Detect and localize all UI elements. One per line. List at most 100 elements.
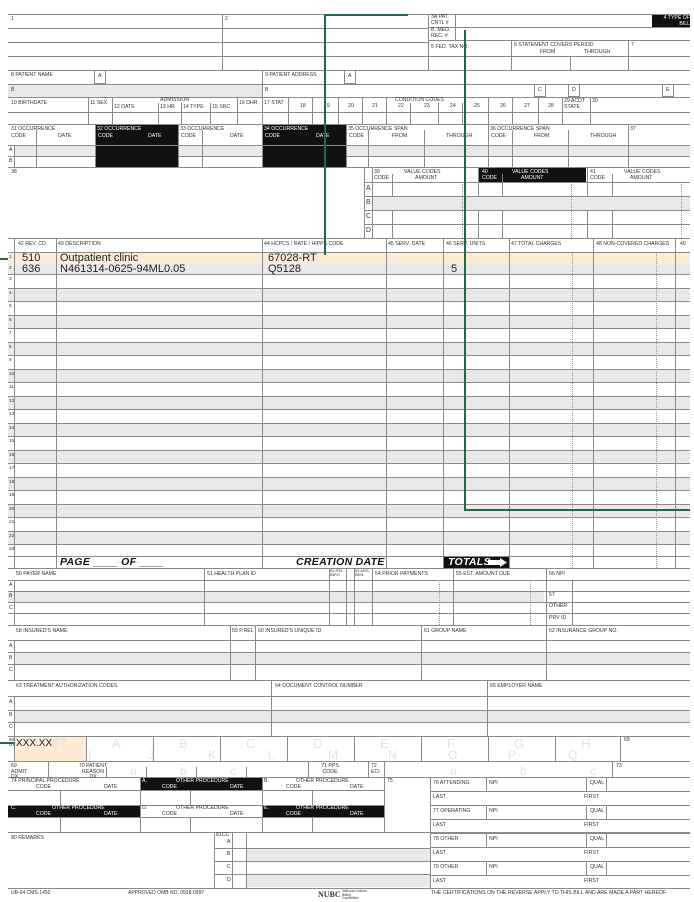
field-9b-label: b (265, 87, 269, 93)
field-74a-other: OTHER PROCEDURE (176, 778, 229, 784)
field-57-other: OTHER (549, 603, 568, 609)
line-divider (8, 436, 690, 437)
field-67-watermark: 67 (52, 736, 67, 751)
dx-letter-watermark: H (581, 736, 591, 751)
line-stripe (8, 396, 690, 409)
cc-21: 21 (372, 103, 378, 109)
field-30-label: 30 (592, 98, 598, 104)
totals-label: TOTALS (448, 556, 491, 568)
line-number: 21 (9, 520, 15, 525)
line-2-hcpcs[interactable]: Q5128 (268, 263, 301, 275)
physician-qual: QUAL (590, 836, 605, 842)
line-number: 8 (9, 344, 12, 350)
field-29-label: 29 ACDT STATE (564, 98, 585, 110)
cc-25: 25 (474, 103, 480, 109)
field-74a-label: a. (142, 778, 147, 784)
value-row-a: a (366, 185, 371, 192)
field-8a-label: a (98, 73, 102, 79)
phys-divider (486, 777, 487, 791)
line-number: 6 (9, 317, 12, 323)
phys-divider (430, 875, 690, 876)
value-row-d: d (366, 227, 372, 234)
field-74c-other: OTHER PROCEDURE (52, 805, 105, 811)
callout-line-1-top (324, 14, 408, 16)
phys-divider (486, 861, 487, 875)
field-8-label: 8 PATIENT NAME (11, 72, 53, 78)
value-row-c: c (366, 213, 372, 220)
field-74b-date: DATE (350, 784, 364, 790)
callout-line-3 (0, 258, 8, 260)
field-32-label: 32 OCCURRENCE (97, 126, 142, 132)
field-70-label: 70 PATIENT REASON DX (78, 763, 108, 781)
col-45-header: 45 SERV. DATE (388, 241, 426, 247)
line-number: 7 (9, 331, 12, 336)
admission-label: ADMISSION (160, 97, 190, 103)
dx-letter2-watermark: I (88, 748, 92, 762)
dx-letter2-watermark: N (388, 748, 397, 762)
line-stripe (8, 288, 690, 301)
auth-row-b: B (9, 712, 13, 718)
field-64-label: 64 DOCUMENT CONTROL NUMBER (275, 683, 363, 689)
field-57-label: 57 (549, 592, 555, 598)
line-2-rev-code[interactable]: 636 (22, 263, 40, 275)
field-34-date: DATE (316, 133, 330, 139)
field-9d-label: d (572, 87, 576, 93)
field-40-amount: AMOUNT (521, 175, 544, 181)
field-63-label: 63 TREATMENT AUTHORIZATION CODES (16, 683, 118, 689)
physician-qual: QUAL (590, 808, 605, 814)
field-3b-label: b. MED. REC. # (431, 27, 451, 39)
callout-line-2 (464, 30, 466, 510)
physician-label: 78 OTHER (433, 836, 459, 842)
field-81-b: b (227, 851, 231, 857)
col-44-header: 44 HCPCS / RATE / HIPPS CODE (264, 241, 344, 247)
line-2-description[interactable]: N461314-0625-94ML0.05 (60, 263, 185, 275)
field-74a-code: CODE (162, 784, 177, 790)
callout-line-4 (0, 742, 14, 744)
phys-divider (430, 805, 690, 806)
field-72-label: 72 ECI (371, 763, 380, 775)
line-divider (8, 490, 690, 491)
field-7-label: 7 (631, 42, 634, 48)
line-divider (8, 382, 690, 383)
field-81-d: d (227, 877, 231, 883)
ub04-claim-form: 1 2 3a PAT. CNTL # b. MED. REC. # 4 TYPE… (0, 0, 694, 902)
field-35-code: CODE (349, 133, 364, 139)
physician-first: FIRST (584, 794, 599, 800)
field-56-label: 56 NPI (549, 571, 565, 577)
field-6-from: FROM (540, 49, 556, 55)
field-36-from: FROM (534, 133, 550, 139)
dx-letter-watermark: C (246, 736, 256, 751)
dx72-b-watermark: b (520, 764, 527, 778)
physician-npi: NPI (489, 836, 498, 842)
field-40-code: CODE (482, 175, 497, 181)
field-9c-label: c (538, 87, 542, 93)
dx70-a-watermark: a (130, 764, 137, 778)
cc-28: 28 (548, 103, 554, 109)
cc-22: 22 (398, 103, 404, 109)
field-13-label: 13 HR (160, 104, 175, 110)
field-75-label: 75 (387, 778, 393, 784)
field-60-label: 60 INSURED'S UNIQUE ID (258, 628, 322, 634)
field-81-c: c (227, 864, 231, 870)
field-59-label: 59 P.REL (232, 628, 254, 634)
field-53-label: 53 ASG. BEN. (355, 568, 370, 578)
creation-date-label: CREATION DATE (296, 556, 385, 568)
physician-npi: NPI (489, 864, 498, 870)
field-74-code: CODE (36, 784, 51, 790)
physician-label: 76 ATTENDING (433, 780, 470, 786)
auth-row-c: C (9, 724, 13, 730)
phys-divider (586, 777, 587, 791)
dx-col-divider (488, 736, 489, 761)
field-74e-label: e. (264, 805, 269, 811)
insured-row-c: C (9, 667, 13, 673)
field-2-label: 2 (225, 16, 228, 22)
phys-divider (430, 861, 690, 862)
line-2-units[interactable]: 5 (451, 263, 457, 275)
line-number: 19 (9, 493, 15, 498)
dx-letter2-watermark: J (148, 748, 154, 762)
field-74c-code: CODE (36, 811, 51, 817)
line-number: 12 (9, 398, 15, 404)
phys-divider (606, 805, 607, 819)
dx-code-value[interactable]: XXX.XX (16, 738, 52, 749)
field-41-amount: AMOUNT (630, 175, 653, 181)
